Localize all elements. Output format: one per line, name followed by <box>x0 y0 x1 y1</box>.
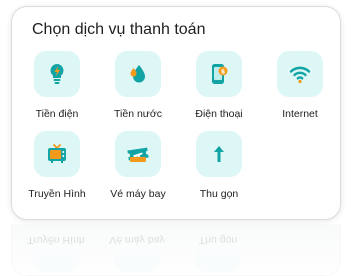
water-drop-icon <box>130 65 145 83</box>
arrow-up-icon <box>214 146 224 162</box>
panel-title: Chọn dịch vụ thanh toán <box>32 21 206 38</box>
plane-ticket-icon <box>127 147 149 162</box>
service-tile <box>196 131 242 177</box>
service-label: Tiền nước <box>114 108 162 120</box>
service-label: Thu gọn <box>199 188 239 200</box>
card-reflection: Truyền Hình Vé máy bay Thu gọn <box>11 224 341 276</box>
service-tile <box>115 131 161 177</box>
reflection-tile <box>195 250 241 272</box>
service-tile <box>277 51 323 97</box>
service-internet[interactable]: Internet <box>260 51 340 120</box>
service-label: Internet <box>282 108 318 120</box>
service-phone[interactable]: $ Điện thoại <box>179 51 259 120</box>
service-tile <box>34 51 80 97</box>
reflection-label: Thu gọn <box>198 234 238 246</box>
reflection-tile <box>33 250 79 272</box>
service-label: Tiền điện <box>35 108 79 120</box>
service-label: Điện thoại <box>195 108 243 120</box>
service-tv[interactable]: Truyền Hình <box>17 131 97 200</box>
service-water[interactable]: Tiền nước <box>98 51 178 120</box>
reflection-tile <box>114 250 160 272</box>
service-collapse[interactable]: Thu gọn <box>179 131 259 200</box>
reflection-label: Vé máy bay <box>109 234 165 246</box>
service-tile: $ <box>196 51 242 97</box>
service-label: Truyền Hình <box>28 188 86 200</box>
service-tile <box>115 51 161 97</box>
service-electricity[interactable]: Tiền điện <box>17 51 97 120</box>
tv-icon <box>48 144 66 163</box>
service-label: Vé máy bay <box>110 188 166 200</box>
reflection-label: Truyền Hình <box>27 234 85 246</box>
payment-services-card: Chọn dịch vụ thanh toán Tiền điện Tiền n… <box>11 6 341 220</box>
wifi-icon <box>289 66 311 84</box>
service-tile <box>34 131 80 177</box>
svg-text:$: $ <box>221 67 226 75</box>
service-flight[interactable]: Vé máy bay <box>98 131 178 200</box>
electricity-bolt-icon <box>50 64 64 84</box>
phone-topup-icon: $ <box>212 64 228 84</box>
screen: Chọn dịch vụ thanh toán Tiền điện Tiền n… <box>0 0 351 276</box>
